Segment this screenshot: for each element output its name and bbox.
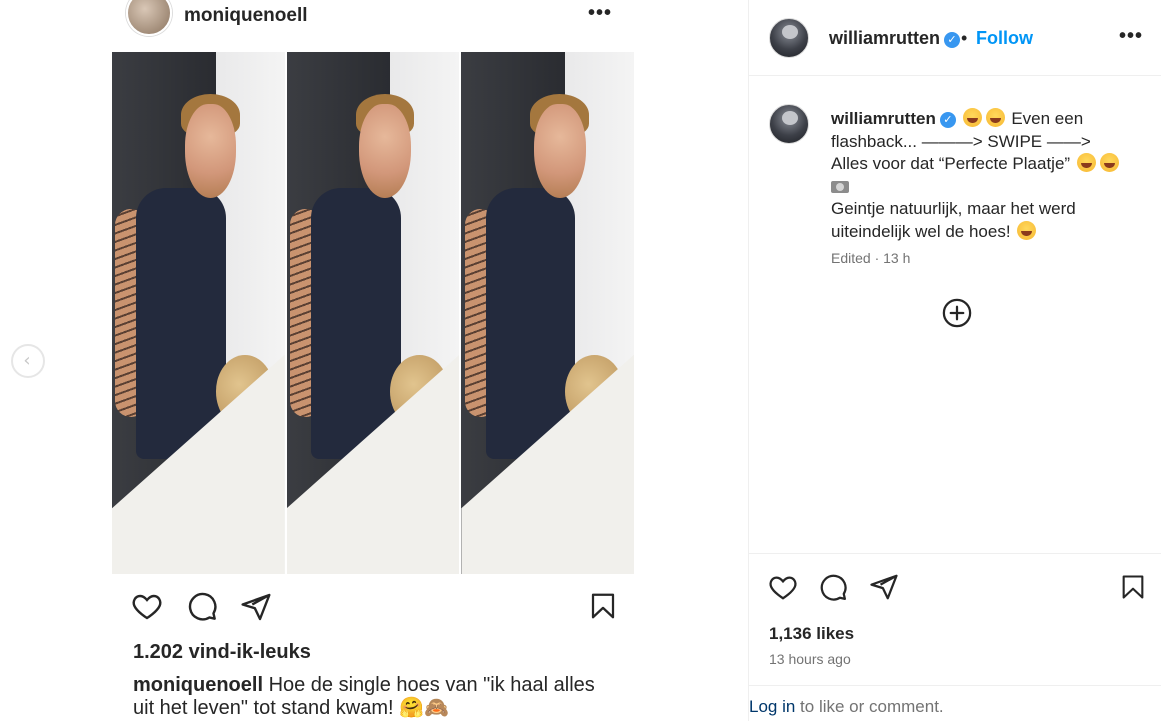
- photo-panel: [286, 52, 460, 574]
- media-pane: ‹ moniquenoell ••• 1.202 vind-ik-leuks m…: [0, 0, 748, 721]
- caption-meta: Edited · 13 h: [831, 250, 911, 266]
- laughing-emoji-icon: [962, 108, 982, 127]
- photo-panel: [461, 52, 635, 574]
- carousel-prev-button[interactable]: ‹: [11, 344, 45, 378]
- post-timestamp[interactable]: 13 hours ago: [769, 651, 851, 667]
- caption-text: williamrutten ✓ Even een flashback... ———…: [831, 108, 1141, 243]
- embedded-username: moniquenoell: [184, 5, 308, 26]
- comment-icon: [188, 592, 217, 621]
- login-prompt: Log in to like or comment.: [749, 685, 1161, 721]
- heart-icon: [132, 594, 162, 620]
- avatar[interactable]: [769, 104, 809, 144]
- header-username-text[interactable]: williamrutten: [829, 28, 940, 48]
- photo-collage: [112, 52, 635, 574]
- avatar[interactable]: [769, 18, 809, 58]
- post-actions: 1,136 likes 13 hours ago Log in to like …: [749, 553, 1161, 721]
- separator: •: [961, 28, 968, 48]
- heart-icon[interactable]: [767, 572, 799, 602]
- embedded-like-count: 1.202 vind-ik-leuks: [133, 641, 311, 663]
- verified-icon: ✓: [939, 112, 956, 128]
- follow-button[interactable]: Follow: [976, 28, 1033, 49]
- share-icon: [241, 593, 271, 621]
- embedded-post-image: moniquenoell ••• 1.202 vind-ik-leuks mon…: [108, 0, 640, 721]
- chevron-left-icon: ‹: [23, 350, 31, 371]
- embedded-caption-username: moniquenoell: [133, 674, 263, 696]
- like-count[interactable]: 1,136 likes: [769, 624, 854, 644]
- post-header: williamrutten ✓ • Follow •••: [749, 0, 1161, 76]
- caption-line-2: Alles voor dat “Perfecte Plaatje”: [831, 154, 1071, 173]
- laughing-emoji-icon: [985, 108, 1005, 127]
- header-username[interactable]: williamrutten ✓: [829, 28, 961, 49]
- embedded-caption: moniquenoell Hoe de single hoes van "ik …: [133, 674, 613, 720]
- caption-line-3: Geintje natuurlijk, maar het werd uitein…: [831, 199, 1076, 241]
- embedded-actions: [130, 590, 620, 626]
- avatar: [126, 0, 172, 36]
- bookmark-icon: [591, 593, 615, 619]
- more-icon[interactable]: •••: [1119, 25, 1143, 48]
- laughing-emoji-icon: [1017, 220, 1037, 240]
- add-circle-icon[interactable]: [942, 298, 972, 328]
- laughing-emoji-icon: [1076, 153, 1096, 172]
- laughing-emoji-icon: [1099, 153, 1119, 172]
- login-text: Log in to like or comment.: [749, 697, 944, 717]
- share-icon[interactable]: [869, 572, 899, 602]
- more-icon: •••: [587, 2, 612, 24]
- caption-username[interactable]: williamrutten: [831, 109, 936, 128]
- camera-icon: [831, 180, 849, 193]
- post-sidebar: williamrutten ✓ • Follow ••• williamrutte…: [748, 0, 1161, 721]
- verified-icon: ✓: [944, 32, 961, 48]
- login-rest: to like or comment.: [795, 697, 944, 716]
- login-link[interactable]: Log in: [749, 697, 795, 716]
- comment-icon[interactable]: [818, 572, 848, 602]
- embedded-post-header: moniquenoell •••: [108, 0, 640, 44]
- photo-panel: [112, 52, 285, 574]
- bookmark-icon[interactable]: [1119, 572, 1147, 602]
